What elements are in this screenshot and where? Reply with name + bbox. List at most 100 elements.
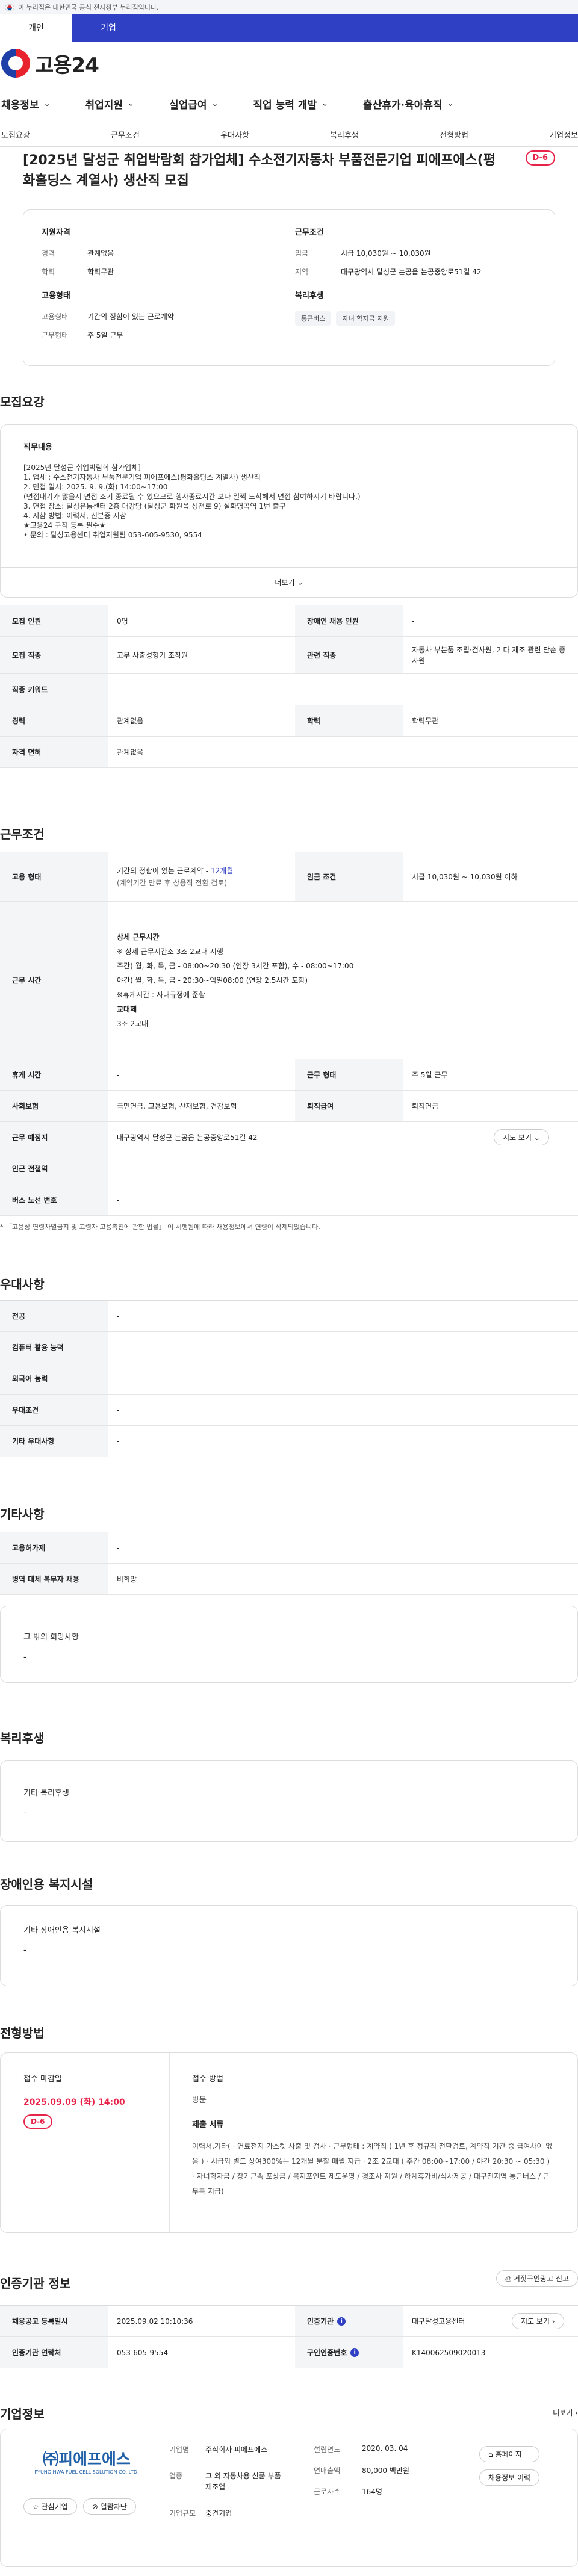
row-label: 병역 대체 복무자 채용 xyxy=(0,1564,108,1594)
company-logo-sub: PYUNG HWA FUEL CELL SOLUTION CO.,LTD. xyxy=(34,2469,139,2475)
row-label: 근무 시간 xyxy=(0,902,108,1059)
duty-line: 3. 면접 장소: 달성유통센터 2층 대강당 (달성군 화원읍 성천로 9) … xyxy=(23,502,286,510)
time-line: ※휴게시간 : 사내규정에 준함 xyxy=(117,990,205,999)
info-icon[interactable]: i xyxy=(350,2348,359,2357)
row-label: 직종 키워드 xyxy=(0,674,108,705)
etc-table: 고용허가제 - 병역 대체 복무자 채용 비희망 xyxy=(0,1532,578,1595)
logo-mark-icon xyxy=(1,49,30,78)
map-button[interactable]: 지도 보기 ⌄ xyxy=(494,1129,549,1145)
row-value: - xyxy=(117,1405,120,1414)
chevron-down-icon: ⌄ xyxy=(322,99,328,108)
sales-value: 80,000 백만원 xyxy=(362,2466,409,2475)
etc-heading: 기타사항 xyxy=(0,1507,45,1522)
history-button[interactable]: 채용정보 이력 xyxy=(479,2469,540,2486)
logo[interactable]: 고용24 xyxy=(0,42,578,84)
row-label: 고용 형태 xyxy=(0,852,108,901)
time-line: 주간) 월, 화, 목, 금 - 08:00~20:30 (연장 3시간 포함)… xyxy=(117,961,354,970)
pref-heading: 우대사항 xyxy=(0,1277,45,1292)
disab-value: - xyxy=(23,1946,26,1955)
duty-line: 1. 업체 : 수소전기자동차 부품전문기업 피에프에스(평화홀딩스 계열사) … xyxy=(23,473,261,481)
user-type-tabs: 개인 기업 xyxy=(0,14,578,42)
section-nav: 모집요강 근무조건 우대사항 복리후생 전형방법 기업정보 xyxy=(0,123,578,147)
row-value: - xyxy=(117,685,120,694)
job-summary-card: 지원자격 경력 관계없음 학력 학력무관 고용형태 고용형태 기간의 정함이 있는 근… xyxy=(23,209,555,366)
tel-value: 053-605-9554 xyxy=(117,2348,169,2357)
report-button[interactable]: ⎙ 거짓구인광고 신고 xyxy=(496,2270,578,2287)
nav-jobs[interactable]: 채용정보 ⌄ xyxy=(1,96,85,111)
snb-welfare[interactable]: 복리후생 xyxy=(330,129,359,140)
career-value: 관계없음 xyxy=(87,249,114,258)
snb-conditions[interactable]: 근무조건 xyxy=(111,129,140,140)
welfare-value: - xyxy=(23,1809,26,1818)
block-icon: ⊘ xyxy=(92,2503,98,2511)
row-label: 인증기관 연락처 xyxy=(0,2337,108,2368)
row-value: 퇴직연금 xyxy=(412,1102,439,1110)
fav-company-button[interactable]: ☆ 관심기업 xyxy=(23,2498,77,2515)
homepage-button[interactable]: ⌂ 홈페이지 xyxy=(479,2446,540,2462)
welfare-section-heading: 복리후생 xyxy=(0,1731,45,1745)
row-label: 우대조건 xyxy=(0,1395,108,1425)
block-company-button[interactable]: ⊘ 열람차단 xyxy=(82,2498,136,2515)
row-label: 사회보험 xyxy=(0,1091,108,1121)
snb-preference[interactable]: 우대사항 xyxy=(220,129,249,140)
chevron-down-icon: ⌄ xyxy=(211,99,219,108)
time-line: ※ 상세 근무시간조 3조 2교대 시행 xyxy=(117,947,223,956)
place-value: 대구광역시 달성군 논공읍 논공중앙로51길 42 xyxy=(117,1133,258,1142)
chevron-down-icon: ⌄ xyxy=(43,99,51,108)
tab-company[interactable]: 기업 xyxy=(72,14,144,42)
row-value: - xyxy=(117,1311,120,1321)
recruit-heading: 모집요강 xyxy=(0,395,45,409)
nav-support[interactable]: 취업지원 ⌄ xyxy=(85,96,169,111)
industry-label: 업종 xyxy=(169,2472,183,2480)
snb-process[interactable]: 전형방법 xyxy=(440,129,468,140)
region-label: 지역 xyxy=(295,268,309,276)
wish-card: 그 밖의 희망사항 - xyxy=(0,1606,578,1683)
row-value: 학력무관 xyxy=(412,717,439,725)
est-label: 설립연도 xyxy=(314,2445,341,2454)
time-line: 교대제 xyxy=(117,1005,137,1014)
more-button[interactable]: 더보기 ⌄ xyxy=(1,567,577,597)
report-icon: ⎙ xyxy=(505,2274,512,2283)
row-label: 근무 예정지 xyxy=(0,1122,108,1153)
row-label: 퇴직급여 xyxy=(295,1091,403,1121)
chevron-down-icon: ⌄ xyxy=(128,99,134,108)
nav-leave[interactable]: 출산휴가·육아휴직 ⌄ xyxy=(363,96,453,111)
logo-text: 고용24 xyxy=(35,53,99,78)
nav-training[interactable]: 직업 능력 개발 ⌄ xyxy=(253,96,363,111)
row-label: 모집 인원 xyxy=(0,605,108,636)
cert-no-value: K140062509020013 xyxy=(412,2348,486,2357)
wish-value: - xyxy=(23,1653,26,1662)
duty-card: 직무내용 [2025년 달성군 취업박람회 참가업체] 1. 업체 : 수소전기… xyxy=(0,424,578,598)
company-more-link[interactable]: 더보기 › xyxy=(553,2407,578,2418)
agency-map-button[interactable]: 지도 보기 › xyxy=(512,2313,564,2329)
row-value: - xyxy=(412,616,415,625)
wish-heading: 그 밖의 희망사항 xyxy=(23,1633,79,1642)
row-value: 국민연금, 고용보험, 산재보험, 건강보험 xyxy=(117,1102,237,1110)
deadline-value: 2025.09.09 (화) 14:00 xyxy=(23,2098,125,2107)
deadline-label: 접수 마감일 xyxy=(23,2075,62,2084)
chevron-down-icon: ⌄ xyxy=(447,99,454,108)
region-value: 대구광역시 달성군 논공읍 논공중앙로51길 42 xyxy=(341,268,482,276)
disab-heading: 장애인용 복지시설 xyxy=(0,1877,93,1892)
row-value: 자동차 부분품 조립·검사원, 기타 제조 관련 단순 종사원 xyxy=(412,645,566,665)
snb-company[interactable]: 기업정보 xyxy=(549,129,578,140)
qual-heading: 지원자격 xyxy=(42,228,70,237)
gov-banner: 이 누리집은 대한민국 공식 전자정부 누리집입니다. xyxy=(0,0,578,14)
snb-recruit[interactable]: 모집요강 xyxy=(1,129,30,140)
nav-benefit[interactable]: 실업급여 ⌄ xyxy=(169,96,253,111)
est-value: 2020. 03. 04 xyxy=(362,2444,408,2453)
duty-line: (면접대기가 많을시 면접 조기 종료될 수 있으므로 행사종료시간 보다 일찍… xyxy=(23,492,361,501)
disab-sub: 기타 장애인용 복지시설 xyxy=(23,1926,101,1935)
welfare-tag: 통근버스 xyxy=(295,311,332,326)
process-heading: 전형방법 xyxy=(0,2026,45,2040)
recruit-table: 모집 인원 0명 장애인 채용 인원 - 모집 직종 고무 사출성형기 조작원 … xyxy=(0,605,578,768)
company-heading: 기업정보 xyxy=(0,2407,45,2421)
edu-label: 학력 xyxy=(42,268,55,276)
wform-value: 주 5일 근무 xyxy=(87,331,123,339)
reg-value: 2025.09.02 10:10:36 xyxy=(117,2317,193,2326)
tab-personal[interactable]: 개인 xyxy=(0,14,72,42)
company-logo: ㈜피에프에스 PYUNG HWA FUEL CELL SOLUTION CO.,… xyxy=(23,2447,150,2475)
info-icon[interactable]: i xyxy=(337,2317,346,2326)
row-label: 근무 형태 xyxy=(295,1059,403,1090)
row-label: 학력 xyxy=(295,705,403,736)
